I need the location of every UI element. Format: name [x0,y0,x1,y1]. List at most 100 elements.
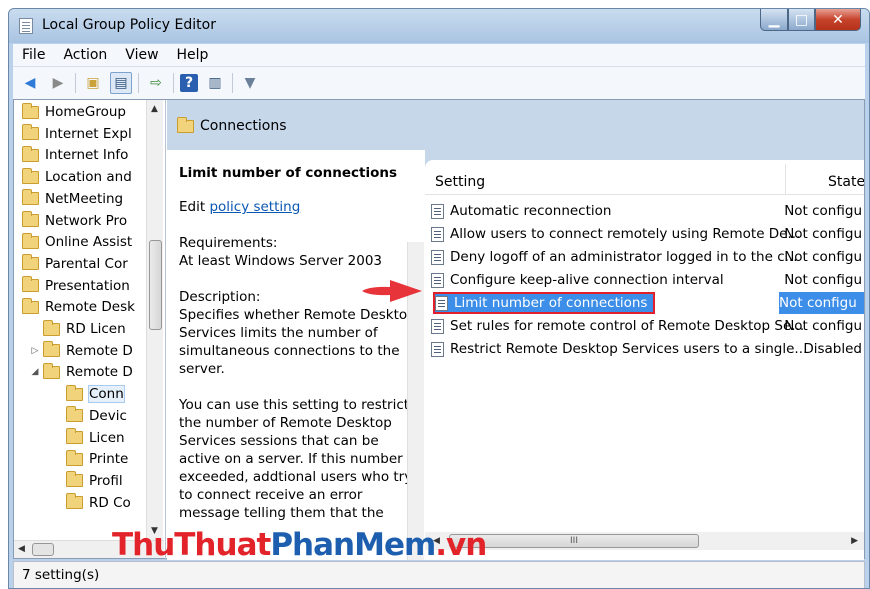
folder-icon [66,428,83,444]
list-header: Setting State [425,160,864,195]
setting-state: Not configu [784,272,862,288]
watermark-part1: ThuThuat [112,527,271,563]
setting-state: Not configu [779,292,864,314]
tree-vertical-scrollbar[interactable]: ▲ ▼ [146,100,163,540]
tree-item[interactable]: Devic [66,406,127,426]
forward-arrow-icon[interactable]: ▶ [47,72,69,94]
annotation-arrow-icon [362,280,422,302]
tree-item[interactable]: Location and [22,167,132,187]
tree-item-label: Conn [88,385,125,404]
list-horizontal-scrollbar[interactable]: ◀ III ▶ [425,532,864,550]
description-line: to connect receive an error [179,487,363,503]
scroll-right-icon[interactable]: ▶ [851,536,858,546]
tree-item[interactable]: Online Assist [22,232,132,252]
main-content: HomeGroup Internet Expl Internet Info Locat… [13,99,865,560]
column-setting[interactable]: Setting [435,174,485,190]
policy-setting-link[interactable]: policy setting [209,199,300,215]
description-line: You can use this setting to restrict [179,397,410,413]
back-arrow-icon[interactable]: ◀ [19,72,41,94]
description-line: exceeded, addtional users who try [179,469,413,485]
tree-item-label: Parental Cor [45,255,128,272]
pane-header: Connections [177,116,287,134]
policy-title: Limit number of connections [179,165,398,181]
properties-icon[interactable]: ▥ [204,72,226,94]
list-row[interactable]: Automatic reconnection [431,200,611,222]
policy-setting-icon [431,272,444,288]
folder-icon [22,211,39,227]
tree-item[interactable]: Licen [66,428,125,448]
tree-item[interactable]: Profil [66,471,123,491]
list-row[interactable]: Deny logoff of an administrator logged i… [431,246,798,268]
list-row[interactable]: Allow users to connect remotely using Re… [431,223,800,245]
list-row[interactable]: Set rules for remote control of Remote D… [431,315,804,337]
edit-line: Edit policy setting [179,198,425,216]
tree-item[interactable]: RD Licen [30,319,126,339]
tree-item[interactable]: Parental Cor [22,254,128,274]
tree-item[interactable]: Internet Expl [22,124,132,144]
tree-hscroll-thumb[interactable] [32,543,54,556]
scroll-left-icon[interactable]: ◀ [18,544,25,554]
list-row[interactable]: Limit number of connections [433,292,656,314]
folder-icon [66,406,83,423]
tree-item-label: RD Licen [66,321,126,337]
status-bar: 7 setting(s) [13,561,865,588]
collapse-icon[interactable]: ◢ [30,367,40,377]
tree-item[interactable]: NetMeeting [22,189,123,209]
folder-icon [43,362,60,379]
setting-state: Not configu [784,226,862,242]
tree-item-label: Remote Desk [45,299,135,316]
folder-icon [22,297,39,314]
export-list-icon[interactable]: ⇨ [145,72,167,94]
folder-icon [66,449,83,466]
up-folder-icon[interactable]: ▣ [82,72,104,94]
tree-item[interactable]: RD Co [66,493,131,513]
maximize-button[interactable]: □ [788,9,815,31]
setting-name: Allow users to connect remotely using Re… [450,226,801,242]
folder-icon [22,102,39,119]
expand-icon[interactable]: ▷ [30,346,40,356]
description-line: simultaneous connections to the [179,343,400,359]
minimize-button[interactable]: ▁ [760,9,788,31]
help-icon[interactable]: ? [180,74,198,92]
column-state[interactable]: State [828,174,864,190]
list-row[interactable]: Configure keep-alive connection interval [431,269,724,291]
tree-item[interactable]: HomeGroup [22,102,126,122]
filter-icon[interactable]: ▼ [239,72,261,94]
requirements-value: At least Windows Server 2003 [179,253,383,269]
menu-view[interactable]: View [116,47,167,63]
menu-help[interactable]: Help [168,47,218,63]
folder-icon [66,493,83,510]
title-bar[interactable]: Local Group Policy Editor ▁ □ ✕ [9,9,869,43]
menu-action[interactable]: Action [54,47,116,63]
tree-item[interactable]: Internet Info [22,145,128,165]
tree-item[interactable]: ◢ Remote D [30,362,133,382]
tree-item-label: Location and [45,169,132,186]
column-separator[interactable] [785,164,786,194]
window-title: Local Group Policy Editor [42,17,216,33]
menu-file[interactable]: File [13,47,54,63]
policy-setting-icon [431,318,444,334]
tree-item-label: Online Assist [45,234,133,251]
description-line: the number of Remote Desktop [179,415,392,431]
list-row[interactable]: Restrict Remote Desktop Services users t… [431,338,807,360]
tree-item[interactable]: Conn [66,384,125,404]
tree-item[interactable]: Printe [66,449,128,469]
tree-item[interactable]: ▷ Remote D [30,341,133,361]
policy-setting-icon [435,295,448,311]
tree-scroll-thumb[interactable] [149,240,162,330]
scroll-up-icon[interactable]: ▲ [151,104,158,114]
description-line: server. [179,361,225,377]
setting-name: Deny logoff of an administrator logged i… [450,249,798,265]
folder-icon [22,124,39,141]
description-line: message telling them that the [179,505,384,521]
close-button[interactable]: ✕ [815,9,861,31]
list-hscroll-thumb[interactable]: III [449,534,699,548]
tree-item[interactable]: Network Pro [22,211,127,231]
watermark-logo: ThuThuatPhanMem.vn [112,527,487,563]
tree-item[interactable]: Presentation [22,276,130,296]
tree-item[interactable]: Remote Desk [22,297,135,317]
show-hide-tree-icon[interactable]: ▤ [110,72,132,94]
setting-state: Not configu [784,203,862,219]
setting-name: Limit number of connections [454,295,648,311]
folder-icon [66,471,83,488]
